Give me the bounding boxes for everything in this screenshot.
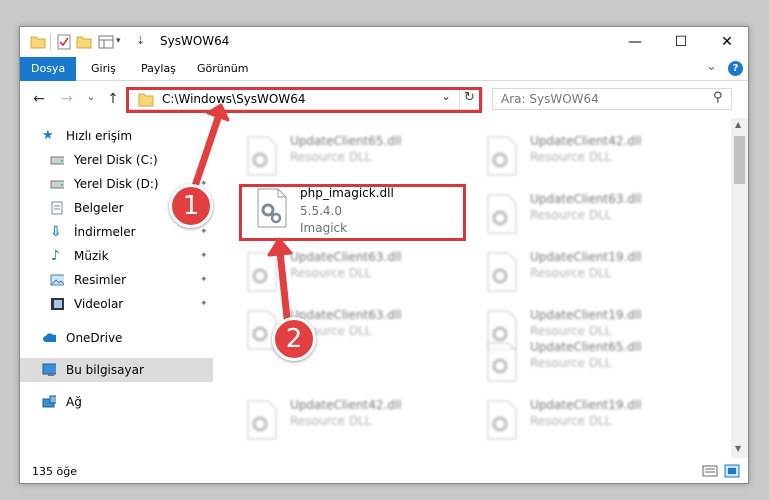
annotation-arrows xyxy=(184,103,293,331)
step-badge-1: 1 xyxy=(169,184,213,228)
step-badge-2: 2 xyxy=(272,317,316,361)
explorer-window: ▾ ⇣ SysWOW64 — ☐ ✕ Dosya Giriş Paylaş Gö… xyxy=(19,26,749,484)
